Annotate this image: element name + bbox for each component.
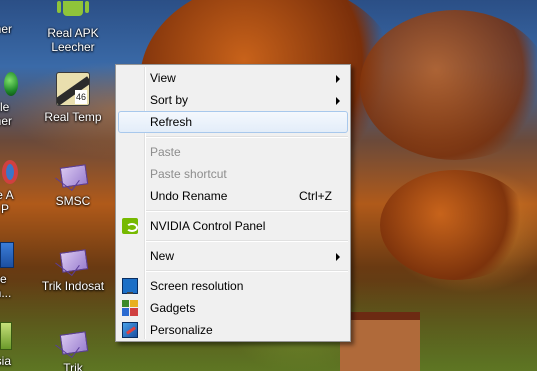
submenu-arrow-icon — [336, 97, 340, 105]
gadgets-icon — [122, 300, 138, 316]
menu-item-personalize[interactable]: Personalize — [118, 319, 348, 341]
desktop-icon-smsc[interactable]: SMSC — [35, 158, 111, 208]
envelope-icon — [55, 243, 89, 277]
screen-resolution-icon — [122, 278, 138, 294]
desktop-icon-real-temp[interactable]: 46 Real Temp — [35, 72, 111, 124]
menu-item-label: NVIDIA Control Panel — [150, 219, 266, 233]
desktop-icon-label: Trik Indosat — [41, 279, 105, 293]
menu-item-screen-resolution[interactable]: Screen resolution — [118, 275, 348, 297]
desktop-icon-label: Trik — [63, 361, 83, 371]
desktop-icon-obile[interactable]: bile aner — [0, 72, 38, 128]
wallpaper-tree-right — [360, 10, 537, 160]
nvidia-icon — [122, 218, 138, 234]
desktop-icon-label: asia — [0, 354, 11, 368]
desktop-icon-label: Real Temp — [44, 110, 102, 124]
menu-separator — [146, 136, 348, 138]
menu-item-label: Sort by — [150, 93, 189, 107]
menu-item-label: Personalize — [150, 323, 213, 337]
menu-item-nvidia-control-panel[interactable]: NVIDIA Control Panel — [118, 215, 348, 237]
real-temp-badge: 46 — [74, 90, 87, 104]
menu-item-label: New — [150, 249, 175, 263]
app-icon — [2, 160, 18, 184]
app-icon — [0, 322, 12, 350]
menu-item-refresh[interactable]: Refresh — [118, 111, 348, 133]
menu-item-shortcut: Ctrl+Z — [299, 189, 332, 203]
desktop-icon-label: SMSC — [55, 194, 91, 208]
desktop-icon-label: aner — [0, 114, 13, 128]
menu-item-paste[interactable]: Paste — [118, 141, 348, 163]
menu-separator — [146, 240, 348, 242]
menu-item-label: Undo Rename — [150, 189, 228, 203]
app-icon — [0, 242, 14, 268]
menu-item-label: View — [150, 71, 176, 85]
menu-item-sort-by[interactable]: Sort by — [118, 89, 348, 111]
android-icon — [57, 0, 89, 22]
submenu-arrow-icon — [336, 75, 340, 83]
desktop-icon-label: Leecher — [51, 40, 95, 54]
menu-item-view[interactable]: View — [118, 67, 348, 89]
desktop-icon-aner[interactable]: aner — [0, 0, 38, 36]
menu-item-label: Refresh — [150, 115, 193, 129]
desktop-icon-label: Real APK — [47, 26, 99, 40]
menu-separator — [146, 210, 348, 212]
wallpaper-tree-small — [380, 170, 530, 280]
desktop-context-menu: View Sort by Refresh Paste Paste shortcu… — [115, 64, 351, 342]
submenu-arrow-icon — [336, 253, 340, 261]
desktop-icon-label: be — [0, 272, 7, 286]
desktop-icon-label: me A — [0, 188, 14, 202]
envelope-icon — [55, 325, 89, 359]
menu-item-paste-shortcut[interactable]: Paste shortcut — [118, 163, 348, 185]
desktop-icon-asia[interactable]: asia — [0, 322, 38, 368]
thermometer-icon: 46 — [56, 72, 90, 106]
envelope-icon — [55, 158, 89, 192]
menu-item-gadgets[interactable]: Gadgets — [118, 297, 348, 319]
desktop-icon-me-a[interactable]: me A d P — [0, 160, 38, 216]
menu-separator — [146, 270, 348, 272]
menu-item-label: Screen resolution — [150, 279, 244, 293]
menu-item-new[interactable]: New — [118, 245, 348, 267]
globe-icon — [4, 72, 18, 96]
menu-item-undo-rename[interactable]: Undo Rename Ctrl+Z — [118, 185, 348, 207]
desktop-icon-label: d P — [0, 202, 9, 216]
desktop-icon-trik-indosat[interactable]: Trik Indosat — [35, 243, 111, 293]
menu-item-label: Gadgets — [150, 301, 196, 315]
desktop-icon-label: bile — [0, 100, 10, 114]
desktop-icon-trik[interactable]: Trik — [35, 325, 111, 371]
desktop-icon-label: sh... — [0, 286, 12, 300]
wallpaper-house — [340, 312, 420, 371]
desktop-icon-be-sh[interactable]: be sh... — [0, 242, 38, 300]
menu-item-label: Paste — [150, 145, 181, 159]
desktop-icon-label: aner — [0, 22, 13, 36]
desktop-icon-real-apk-leecher[interactable]: Real APK Leecher — [35, 0, 111, 54]
menu-item-label: Paste shortcut — [150, 167, 227, 181]
personalize-icon — [122, 322, 138, 338]
